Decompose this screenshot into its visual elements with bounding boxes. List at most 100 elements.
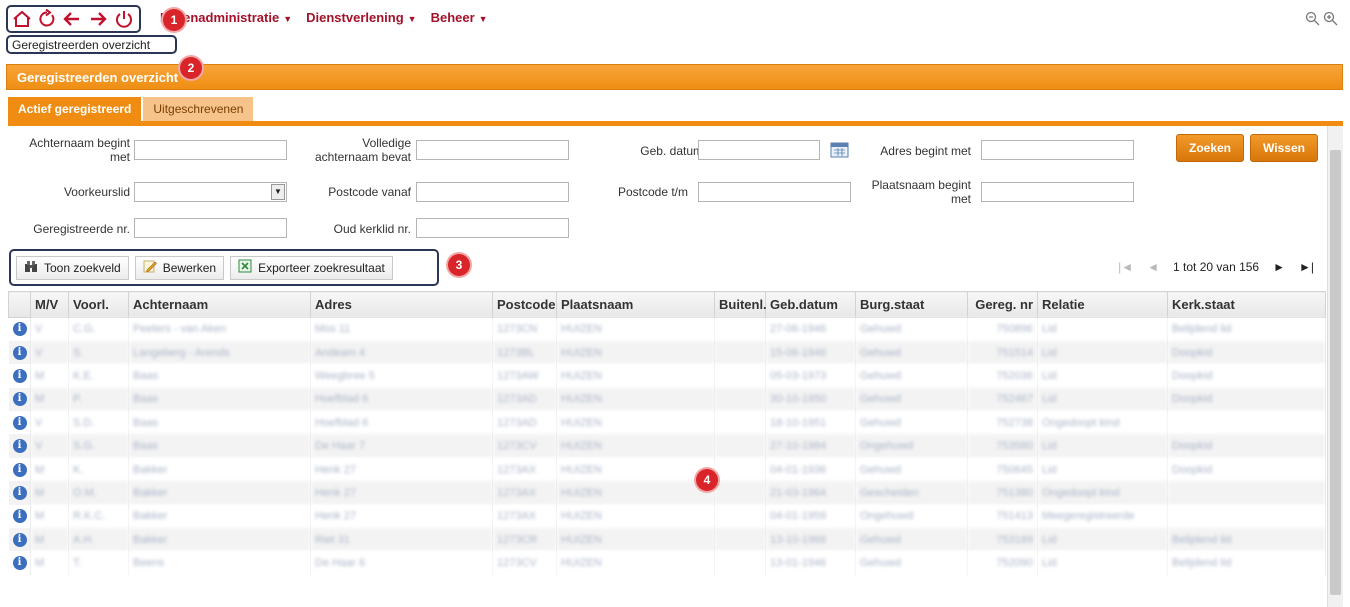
last-page-icon[interactable]: ►| (1299, 260, 1314, 274)
oud-kerklid-nr-input[interactable] (416, 218, 569, 238)
geb-datum-input[interactable] (698, 140, 820, 160)
table-cell: HUIZEN (556, 364, 715, 388)
info-icon[interactable]: i (12, 532, 27, 547)
info-icon[interactable]: i (12, 509, 27, 524)
info-icon[interactable]: i (12, 415, 27, 430)
table-cell: M (30, 457, 69, 482)
table-row[interactable]: i V S. Langeberg - Arends Andeam 4 1273BL HUIZ… (8, 340, 1326, 365)
table-cell: Bakker (128, 457, 311, 482)
column-header[interactable]: Geb.datum (765, 291, 856, 318)
zoeken-button[interactable]: Zoeken (1176, 134, 1244, 162)
info-icon[interactable]: i (12, 439, 27, 454)
bewerken-label: Bewerken (162, 260, 217, 275)
table-row[interactable]: i V S.D. Baas Hoefblad 6 1273AD HUIZEN 18-10-19… (8, 411, 1326, 435)
table-row[interactable]: i M T. Beens De Haar 6 1273CV HUIZEN 13-01-1946… (8, 551, 1326, 575)
adres-begint-met-input[interactable] (981, 140, 1134, 160)
excel-icon (238, 259, 252, 276)
table-cell: Lid (1037, 364, 1168, 388)
vertical-scrollbar[interactable] (1327, 126, 1343, 607)
column-header[interactable]: M/V (30, 291, 69, 318)
table-row[interactable]: i M R.K.C. Bakker Henk 27 1273AX HUIZEN 04-01-1… (8, 504, 1326, 529)
table-cell: HUIZEN (556, 387, 715, 412)
arrow-right-icon[interactable] (88, 9, 108, 29)
table-cell: Belijdend lid (1167, 317, 1326, 341)
table-cell: M (30, 528, 69, 552)
table-cell: 752036 (967, 364, 1038, 388)
table-row[interactable]: i M P. Baas Hoefblad 6 1273AD HUIZEN 30-10-1950… (8, 387, 1326, 412)
table-cell: Belijdend lid (1167, 528, 1326, 552)
calendar-icon[interactable] (830, 141, 850, 159)
scrollbar-thumb[interactable] (1330, 150, 1341, 595)
info-icon[interactable]: i (12, 556, 27, 571)
geregistreerde-nr-input[interactable] (134, 218, 287, 238)
plaatsnaam-begint-met-input[interactable] (981, 182, 1134, 202)
first-page-icon[interactable]: |◄ (1118, 260, 1133, 274)
column-header[interactable]: Voorl. (68, 291, 129, 318)
column-header[interactable]: Gereg. nr (967, 291, 1038, 318)
zoom-in-icon[interactable] (1323, 11, 1338, 29)
table-row[interactable]: i M K.E. Baas Weegbree 5 1273AW HUIZEN 05-03-19… (8, 364, 1326, 388)
results-table: M/V Voorl. Achternaam Adres Postcode Plaatsna… (8, 291, 1326, 575)
zoom-controls (1305, 11, 1338, 29)
info-icon[interactable]: i (12, 462, 27, 477)
table-cell: HUIZEN (556, 504, 715, 529)
header-info[interactable] (8, 291, 31, 318)
tab-actief-geregistreerd[interactable]: Actief geregistreerd (8, 97, 142, 121)
info-icon[interactable]: i (12, 392, 27, 407)
zoom-out-icon[interactable] (1305, 11, 1320, 29)
table-cell: De Haar 6 (310, 551, 493, 575)
table-cell (1167, 504, 1326, 529)
postcode-vanaf-input[interactable] (416, 182, 569, 202)
exporteer-zoekresultaat-button[interactable]: Exporteer zoekresultaat (230, 255, 393, 280)
table-cell: 751413 (967, 504, 1038, 529)
table-row[interactable]: i M O.M. Bakker Henk 27 1273AX HUIZEN 21-03-196… (8, 481, 1326, 505)
toon-zoekveld-button[interactable]: Toon zoekveld (16, 255, 129, 280)
power-icon[interactable] (114, 9, 134, 29)
table-cell: Lid (1037, 340, 1168, 365)
table-cell: Gehuwd (855, 317, 968, 341)
breadcrumb[interactable]: Geregistreerden overzicht (6, 35, 177, 54)
info-icon[interactable]: i (12, 345, 27, 360)
menu-beheer[interactable]: Beheer ▼ (431, 10, 488, 25)
arrow-left-icon[interactable] (62, 9, 82, 29)
table-cell: 1273AW (492, 364, 557, 388)
home-icon[interactable] (12, 9, 32, 29)
column-header[interactable]: Kerk.staat (1167, 291, 1326, 318)
column-header[interactable]: Burg.staat (855, 291, 968, 318)
postcode-tm-input[interactable] (698, 182, 851, 202)
column-header[interactable]: Relatie (1037, 291, 1168, 318)
info-icon[interactable]: i (12, 485, 27, 500)
voorkeurslid-select[interactable]: ▼ (134, 182, 287, 202)
info-icon[interactable]: i (12, 322, 27, 337)
info-icon[interactable]: i (12, 368, 27, 383)
table-cell: HUIZEN (556, 411, 715, 435)
table-cell: Baas (128, 364, 311, 388)
table-row[interactable]: i V S.G. Baas De Haar 7 1273CV HUIZEN 27-10-198… (8, 434, 1326, 458)
bewerken-button[interactable]: Bewerken (134, 255, 225, 280)
pencil-icon (143, 259, 157, 276)
table-cell: De Haar 7 (310, 434, 493, 458)
tab-uitgeschrevenen[interactable]: Uitgeschrevenen (143, 97, 254, 121)
table-cell: 752738 (967, 411, 1038, 435)
volledige-achternaam-input[interactable] (416, 140, 569, 160)
callout-2: 2 (180, 57, 202, 79)
table-row[interactable]: i M A.H. Bakker Riet 31 1273CR HUIZEN 13-10-196… (8, 528, 1326, 552)
column-header[interactable]: Postcode (492, 291, 557, 318)
column-header[interactable]: Plaatsnaam (556, 291, 715, 318)
table-cell: 1273BL (492, 340, 557, 365)
table-row[interactable]: i M K. Bakker Henk 27 1273AX HUIZEN 04-01-1936 G… (8, 457, 1326, 482)
column-header[interactable]: Adres (310, 291, 493, 318)
table-cell: Weegbree 5 (310, 364, 493, 388)
wissen-button[interactable]: Wissen (1250, 134, 1318, 162)
prev-page-icon[interactable]: ◄ (1147, 260, 1159, 274)
table-cell: 751380 (967, 481, 1038, 505)
achternaam-begint-met-input[interactable] (134, 140, 287, 160)
column-header[interactable]: Achternaam (128, 291, 311, 318)
next-page-icon[interactable]: ► (1273, 260, 1285, 274)
menu-dienstverlening[interactable]: Dienstverlening ▼ (306, 10, 416, 25)
column-header[interactable]: Buitenl. (714, 291, 767, 318)
refresh-icon[interactable] (38, 9, 56, 29)
table-row[interactable]: i V C.G. Peeters - van Aken Mos 11 1273CN HUIZ… (8, 317, 1326, 341)
table-cell: Ongehuwd (855, 434, 968, 458)
table-cell: Gehuwd (855, 387, 968, 412)
